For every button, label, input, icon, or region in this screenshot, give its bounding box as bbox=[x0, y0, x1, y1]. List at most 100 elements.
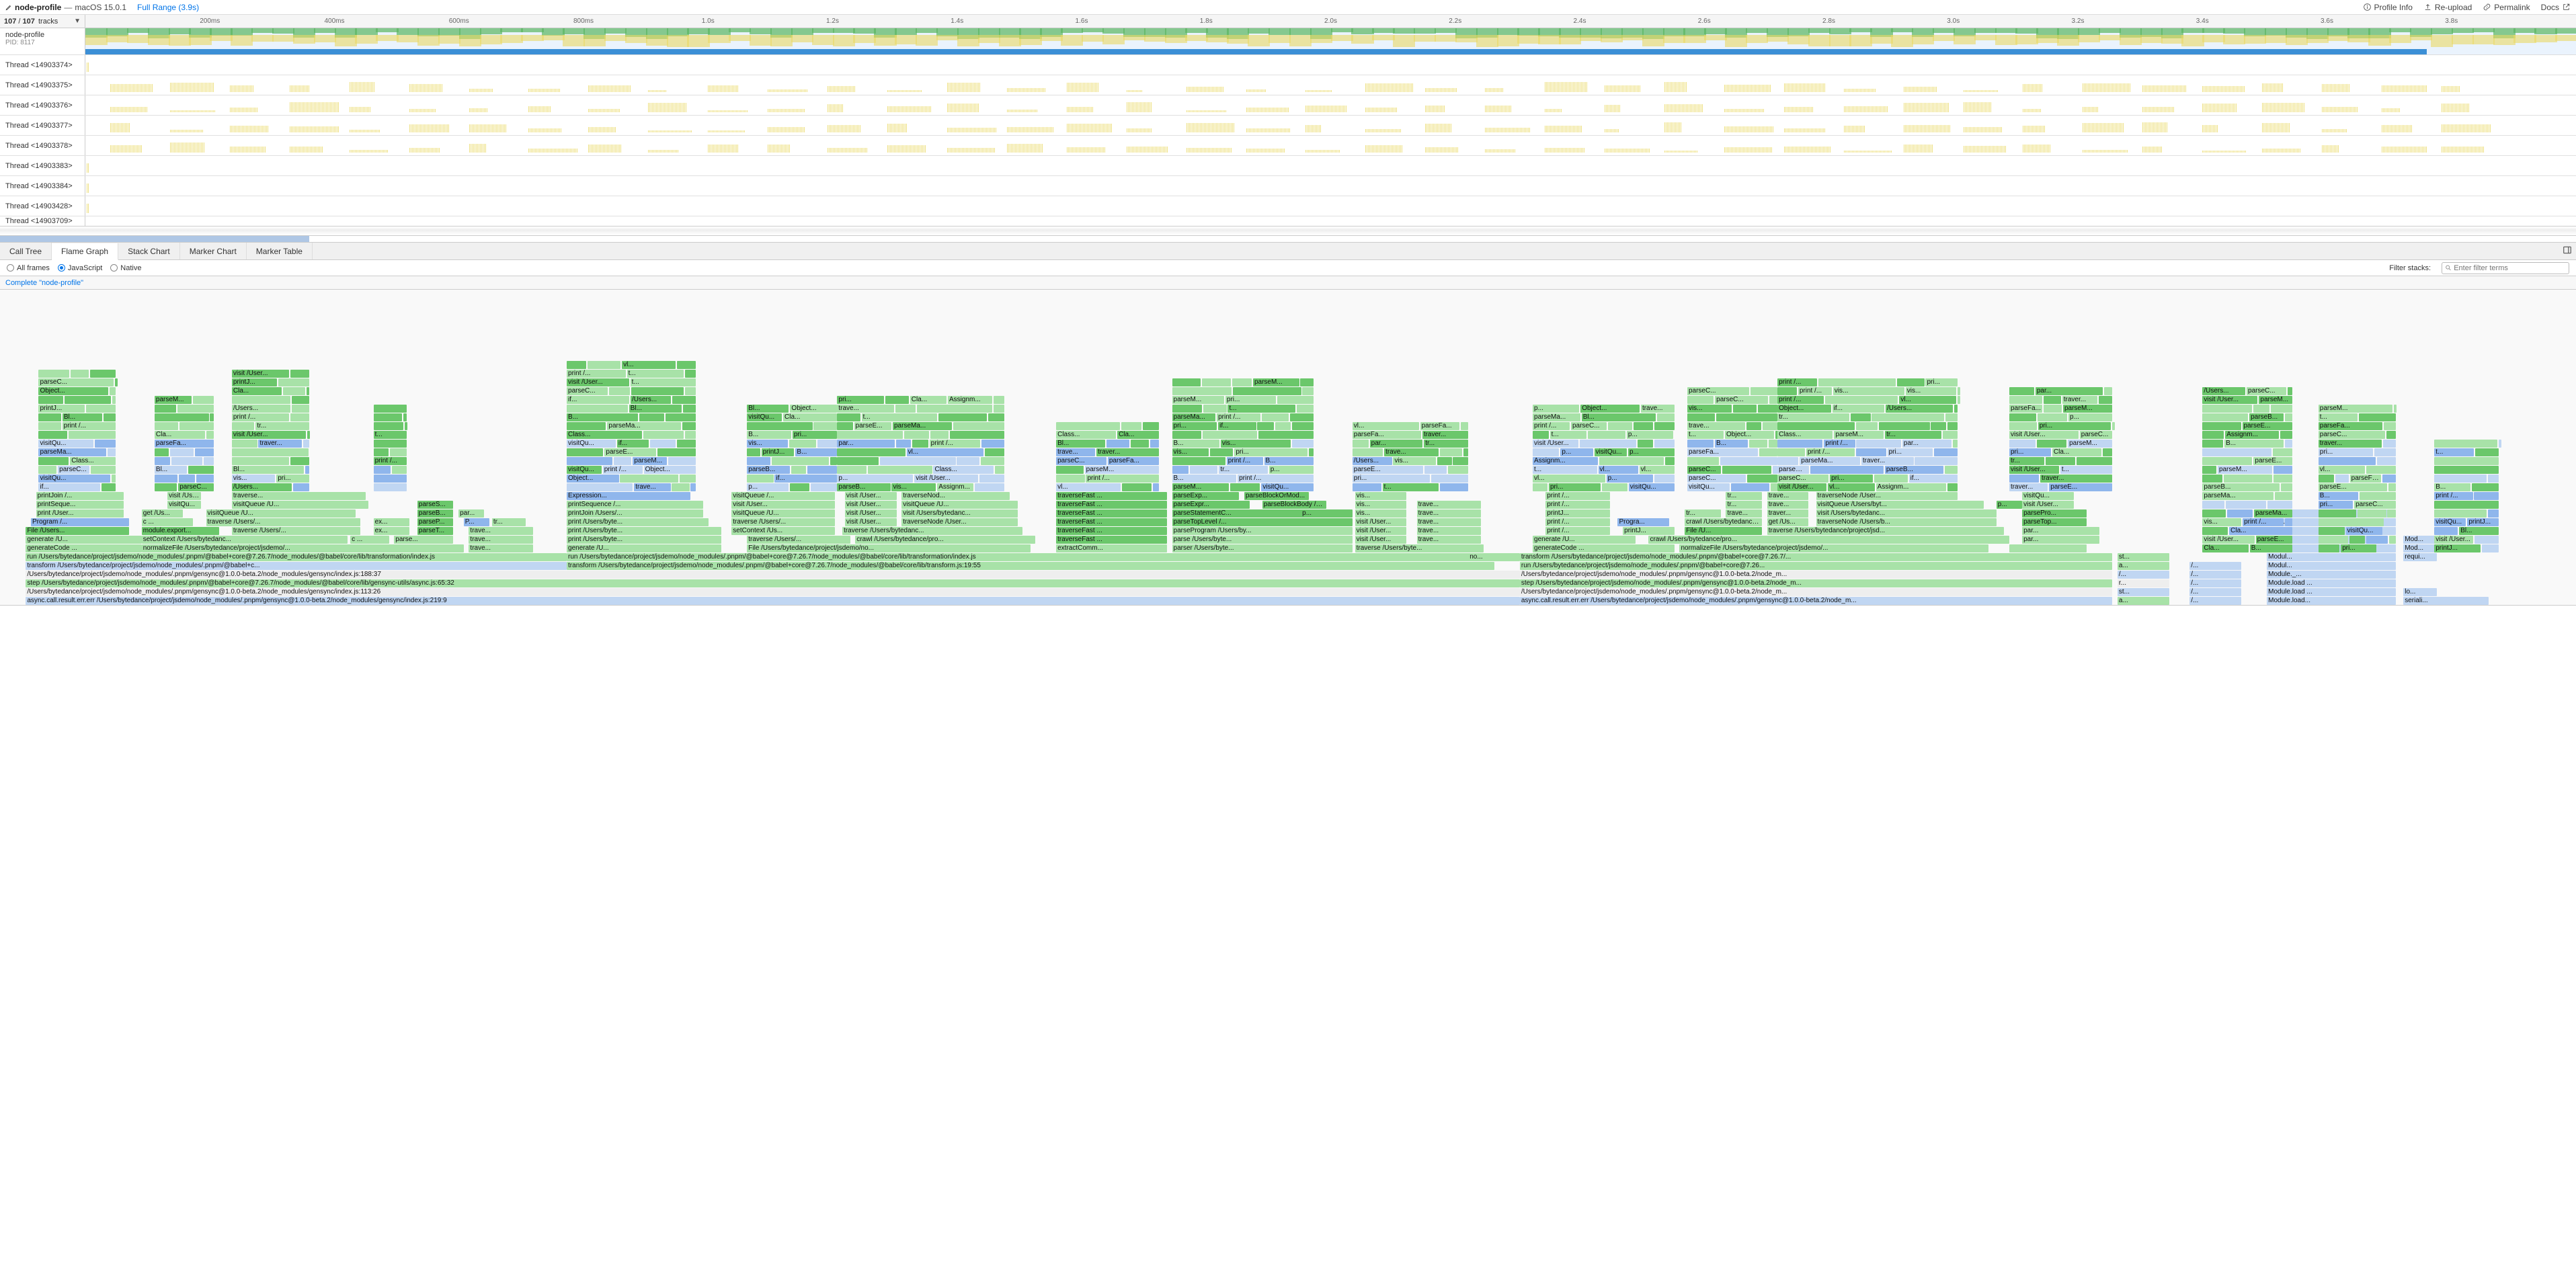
flame-frame[interactable]: trave... bbox=[1384, 448, 1439, 456]
flame-frame[interactable] bbox=[155, 483, 177, 491]
flame-frame[interactable] bbox=[1210, 448, 1233, 456]
flame-frame[interactable] bbox=[677, 361, 696, 369]
flame-frame[interactable]: pri... bbox=[2319, 448, 2373, 456]
flame-frame[interactable]: Class... bbox=[1056, 431, 1116, 439]
flame-frame[interactable] bbox=[912, 440, 928, 448]
flame-frame[interactable] bbox=[682, 422, 695, 430]
flame-frame[interactable]: print /... bbox=[567, 370, 626, 378]
flame-frame[interactable]: parseC... bbox=[1687, 466, 1721, 474]
radio-native[interactable]: Native bbox=[110, 264, 141, 272]
flame-frame[interactable] bbox=[1953, 440, 1958, 448]
flame-frame[interactable]: pri... bbox=[1225, 396, 1276, 404]
flame-frame[interactable]: visit /User... bbox=[845, 501, 897, 509]
flame-frame[interactable] bbox=[2349, 536, 2364, 544]
permalink-button[interactable]: Permalink bbox=[2483, 3, 2530, 12]
flame-frame[interactable] bbox=[1731, 483, 1769, 491]
flame-frame[interactable] bbox=[1172, 387, 1232, 395]
flame-frame[interactable]: print /... bbox=[1824, 440, 1855, 448]
flame-frame[interactable] bbox=[639, 413, 664, 421]
flame-frame[interactable] bbox=[1533, 431, 1549, 439]
flame-frame[interactable] bbox=[2202, 440, 2223, 448]
flame-frame[interactable]: parseM... bbox=[1253, 378, 1299, 386]
flame-frame[interactable]: r... bbox=[2118, 579, 2169, 587]
flame-frame[interactable] bbox=[1172, 457, 1225, 465]
flame-frame[interactable]: vl... bbox=[1056, 483, 1121, 491]
flame-frame[interactable] bbox=[650, 440, 675, 448]
flame-frame[interactable] bbox=[938, 413, 988, 421]
flame-frame[interactable] bbox=[2377, 457, 2396, 465]
flame-frame[interactable]: trave... bbox=[469, 527, 533, 535]
flame-frame[interactable]: Bl... bbox=[747, 405, 789, 413]
flame-frame[interactable] bbox=[1580, 440, 1636, 448]
flame-frame[interactable]: Bl... bbox=[1582, 413, 1656, 421]
flame-frame[interactable]: traverse /Users/bytedanc... bbox=[842, 527, 1022, 535]
flame-frame[interactable] bbox=[2475, 448, 2499, 456]
flame-frame[interactable]: a... bbox=[2118, 562, 2169, 570]
flame-frame[interactable] bbox=[307, 387, 309, 395]
flame-frame[interactable]: parser /Users/byte... bbox=[1172, 544, 1353, 552]
flame-frame[interactable]: pri... bbox=[1353, 475, 1430, 483]
flame-frame[interactable]: run /Users/bytedance/project/jsdemo/node… bbox=[1520, 562, 2112, 570]
flame-frame[interactable]: tr... bbox=[1726, 492, 1762, 500]
flame-frame[interactable] bbox=[2202, 457, 2252, 465]
flame-frame[interactable] bbox=[1153, 483, 1160, 491]
flame-frame[interactable]: visitQu... bbox=[747, 413, 782, 421]
flame-frame[interactable] bbox=[2009, 475, 2039, 483]
flame-frame[interactable] bbox=[38, 413, 61, 421]
flame-frame[interactable] bbox=[1262, 413, 1289, 421]
flame-frame[interactable]: print /... bbox=[1545, 527, 1610, 535]
flame-frame[interactable]: Progra... bbox=[1617, 518, 1669, 526]
flame-frame[interactable]: step /Users/bytedance/project/jsdemo/nod… bbox=[26, 579, 1520, 587]
flame-frame[interactable] bbox=[2273, 475, 2293, 483]
flame-frame[interactable]: print /... bbox=[2243, 518, 2284, 526]
flame-frame[interactable] bbox=[880, 457, 955, 465]
flame-frame[interactable]: Bl... bbox=[232, 466, 304, 474]
flame-frame[interactable] bbox=[1122, 483, 1152, 491]
flame-frame[interactable]: visitQueue /Users/byt... bbox=[1816, 501, 1984, 509]
flame-frame[interactable] bbox=[2388, 483, 2396, 491]
flame-frame[interactable]: print /... bbox=[1806, 448, 1855, 456]
flame-frame[interactable] bbox=[1056, 422, 1120, 430]
flame-frame[interactable] bbox=[1747, 475, 1777, 483]
thread-row[interactable]: Thread <14903428> bbox=[0, 196, 2576, 216]
flame-frame[interactable]: vis... bbox=[1355, 492, 1407, 500]
flame-frame[interactable]: vl... bbox=[1640, 466, 1675, 474]
flame-frame[interactable] bbox=[1777, 448, 1805, 456]
flame-frame[interactable]: Cla... bbox=[2229, 527, 2292, 535]
flame-frame[interactable]: visitQu... bbox=[38, 440, 93, 448]
flame-frame[interactable]: visit /User... bbox=[2202, 396, 2257, 404]
flame-frame[interactable] bbox=[2103, 448, 2112, 456]
flame-frame[interactable]: printJ... bbox=[762, 448, 795, 456]
flame-frame[interactable]: visitQu... bbox=[1595, 448, 1627, 456]
flame-frame[interactable]: B... bbox=[795, 448, 836, 456]
flame-frame[interactable] bbox=[155, 457, 171, 465]
thread-row[interactable]: Thread <14903383> bbox=[0, 156, 2576, 176]
flame-frame[interactable]: B... bbox=[1172, 440, 1219, 448]
flame-frame[interactable] bbox=[392, 466, 407, 474]
flame-frame[interactable]: Class... bbox=[70, 457, 116, 465]
flame-frame[interactable] bbox=[2434, 440, 2497, 448]
flame-frame[interactable]: parseC... bbox=[1715, 396, 1768, 404]
flame-frame[interactable]: visitQueue /... bbox=[731, 492, 834, 500]
flame-frame[interactable] bbox=[1773, 466, 1777, 474]
flame-frame[interactable]: traverse... bbox=[232, 492, 366, 500]
flame-frame[interactable] bbox=[2482, 544, 2499, 552]
flame-frame[interactable]: parseM... bbox=[2319, 405, 2392, 413]
flame-frame[interactable]: B... bbox=[747, 431, 791, 439]
flame-frame[interactable]: Bl... bbox=[1056, 440, 1105, 448]
flame-frame[interactable]: Assignm... bbox=[1533, 457, 1598, 465]
flame-frame[interactable]: get /Us... bbox=[142, 509, 183, 518]
flame-frame[interactable]: traver... bbox=[1861, 457, 1914, 465]
flame-frame[interactable]: B... bbox=[2319, 492, 2358, 500]
thread-activity-area[interactable] bbox=[85, 136, 2576, 155]
flame-frame[interactable] bbox=[2434, 466, 2499, 474]
flame-frame[interactable]: /Users/bytedance/project/jsdemo/node_mod… bbox=[26, 571, 1520, 579]
flame-frame[interactable] bbox=[38, 466, 56, 474]
flame-frame[interactable] bbox=[1665, 457, 1675, 465]
flame-frame[interactable]: vis... bbox=[1221, 440, 1291, 448]
flame-frame[interactable] bbox=[1777, 440, 1822, 448]
flame-frame[interactable]: parseB... bbox=[837, 483, 890, 491]
flame-frame[interactable] bbox=[2271, 405, 2293, 413]
flame-frame[interactable]: Mod... bbox=[2403, 536, 2437, 544]
flame-frame[interactable] bbox=[2474, 492, 2499, 500]
